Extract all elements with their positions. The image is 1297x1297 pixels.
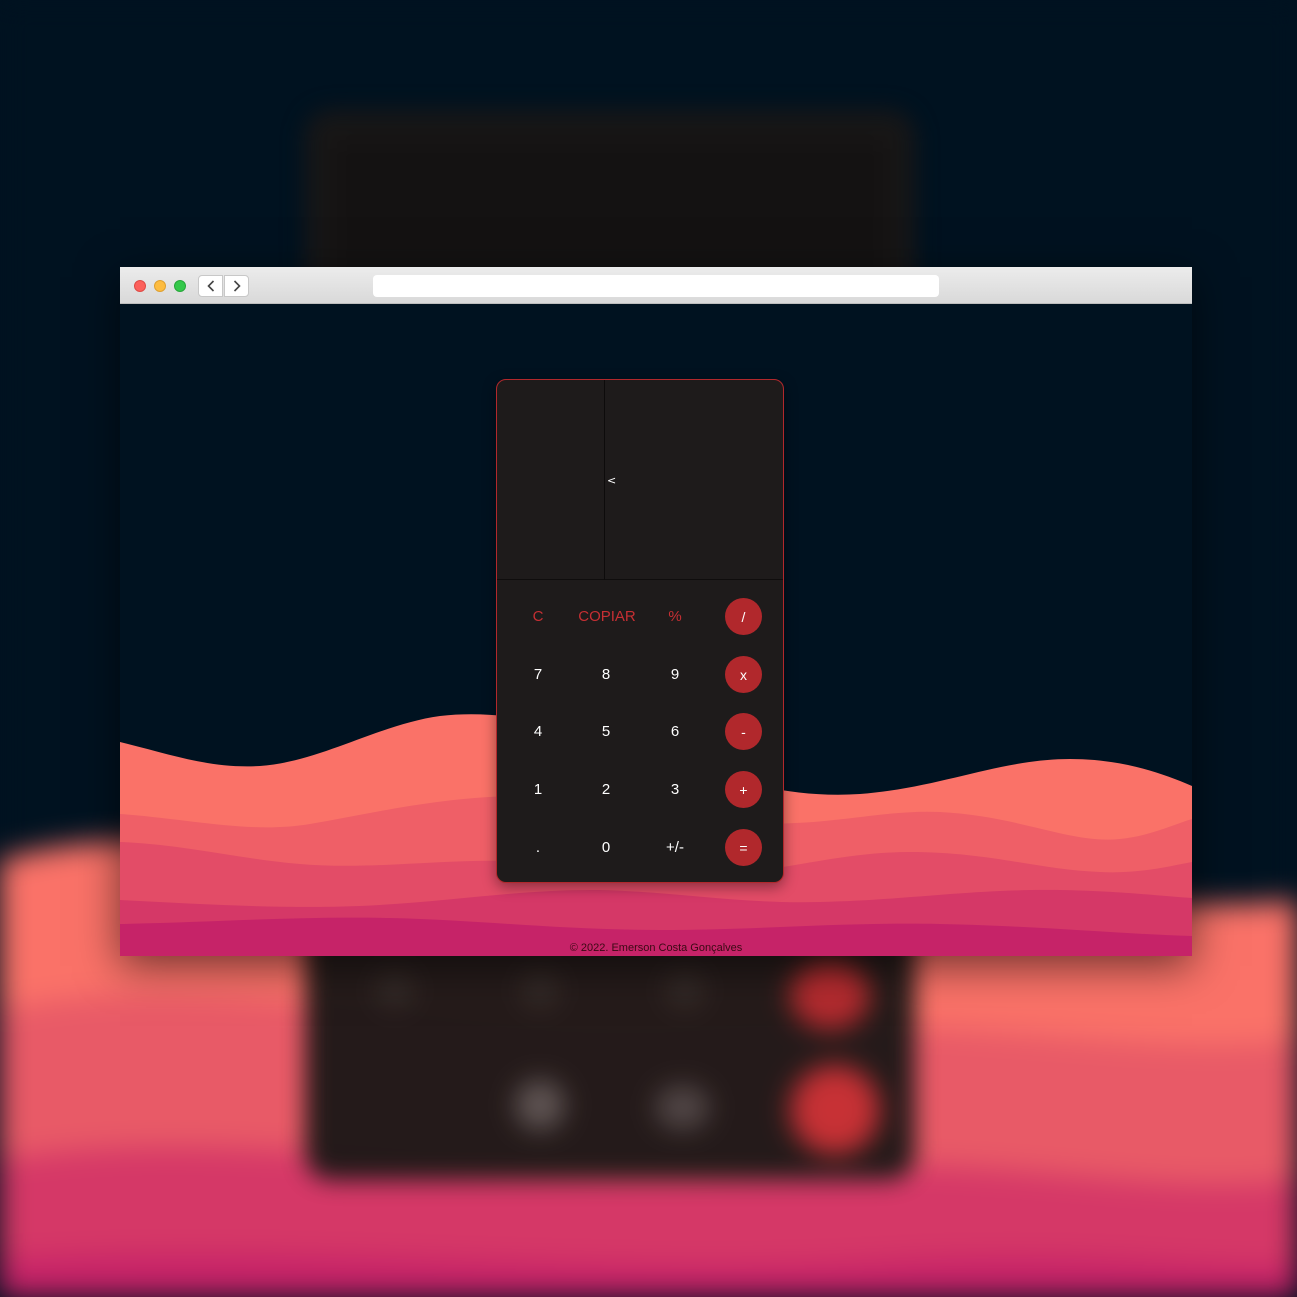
decimal-button[interactable]: . [510, 827, 566, 867]
key-5[interactable]: 5 [578, 711, 634, 751]
browser-titlebar [120, 267, 1192, 304]
key-6[interactable]: 6 [647, 711, 703, 751]
close-window-button[interactable] [134, 280, 146, 292]
key-2[interactable]: 2 [578, 769, 634, 809]
key-0[interactable]: 0 [578, 827, 634, 867]
copy-button[interactable]: COPIAR [578, 596, 636, 636]
footer-copyright: © 2022. Emerson Costa Gonçalves [569, 942, 743, 954]
key-3[interactable]: 3 [647, 769, 703, 809]
calculator-keypad: C COPIAR % / 7 8 9 x 4 5 6 - 1 2 3 + . 0… [497, 580, 783, 882]
clear-button[interactable]: C [510, 596, 566, 636]
key-9[interactable]: 9 [647, 654, 703, 694]
subtract-button[interactable]: - [725, 713, 762, 750]
minimize-window-button[interactable] [154, 280, 166, 292]
display-divider [604, 380, 605, 580]
forward-button[interactable] [224, 275, 249, 297]
key-8[interactable]: 8 [578, 654, 634, 694]
maximize-window-button[interactable] [174, 280, 186, 292]
divide-button[interactable]: / [725, 598, 762, 635]
key-7[interactable]: 7 [510, 654, 566, 694]
add-button[interactable]: + [725, 771, 762, 808]
key-1[interactable]: 1 [510, 769, 566, 809]
browser-window: < C COPIAR % / 7 8 9 x 4 5 6 - 1 2 3 + .… [120, 267, 1192, 956]
percent-button[interactable]: % [647, 596, 703, 636]
chevron-right-icon [233, 280, 241, 292]
address-bar[interactable] [373, 275, 939, 297]
backspace-button[interactable]: < [607, 474, 616, 487]
calculator-display: < [497, 380, 783, 580]
equals-button[interactable]: = [725, 829, 762, 866]
multiply-button[interactable]: x [725, 656, 762, 693]
negate-button[interactable]: +/- [647, 827, 703, 867]
chevron-left-icon [206, 280, 214, 292]
calculator: < C COPIAR % / 7 8 9 x 4 5 6 - 1 2 3 + .… [496, 379, 784, 883]
page-viewport: < C COPIAR % / 7 8 9 x 4 5 6 - 1 2 3 + .… [120, 304, 1192, 956]
back-button[interactable] [198, 275, 223, 297]
key-4[interactable]: 4 [510, 711, 566, 751]
